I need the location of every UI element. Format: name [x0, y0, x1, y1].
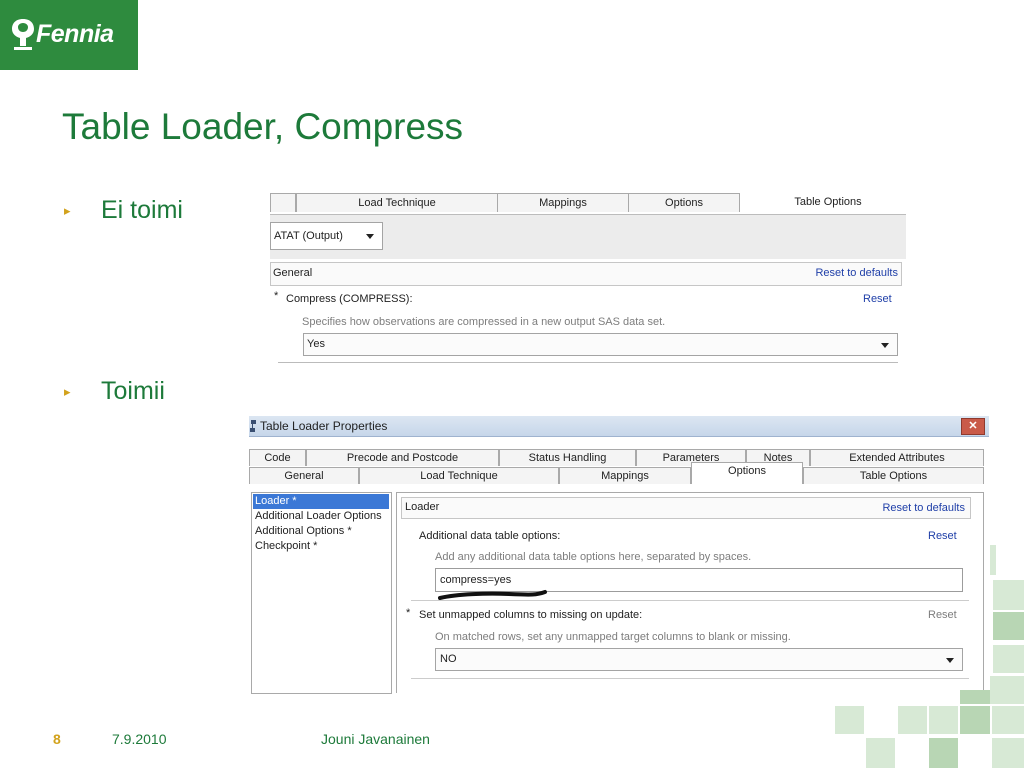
unmapped-columns-hint: On matched rows, set any unmapped target… [435, 631, 791, 643]
decor-square [993, 612, 1024, 640]
page-number: 8 [53, 731, 61, 747]
compress-select[interactable]: Yes [303, 333, 898, 356]
decor-square [993, 580, 1024, 610]
chevron-down-icon [366, 234, 374, 239]
additional-options-value: compress=yes [440, 574, 512, 586]
tree-icon [12, 19, 34, 50]
logo-text: Fennia [36, 20, 114, 48]
reset-to-defaults-link[interactable]: Reset to defaults [882, 502, 965, 514]
decor-square [992, 706, 1024, 734]
decor-square [990, 545, 996, 575]
nav-item-additional-loader-options[interactable]: Additional Loader Options [253, 509, 382, 524]
window-title: Table Loader Properties [260, 419, 388, 433]
tab-table-options[interactable]: Table Options [803, 467, 984, 484]
unmapped-columns-reset-link[interactable]: Reset [928, 609, 957, 621]
decor-square [898, 706, 927, 734]
bullet-marker-1: ▸ [64, 203, 71, 218]
close-button[interactable]: ✕ [961, 418, 985, 435]
tab-options[interactable]: Options [691, 462, 803, 484]
required-mark: * [274, 290, 279, 302]
additional-options-hint: Add any additional data table options he… [435, 551, 752, 563]
window-icon [250, 420, 256, 432]
decor-square [990, 676, 1024, 704]
divider [411, 600, 969, 601]
window-titlebar: Table Loader Properties ✕ [249, 416, 989, 437]
tab-mappings[interactable]: Mappings [559, 467, 691, 484]
chevron-down-icon [881, 342, 889, 348]
table-combo-value: ATAT (Output) [274, 230, 343, 242]
compress-reset-link[interactable]: Reset [863, 293, 892, 305]
section-label: General [273, 267, 313, 279]
tab-code[interactable]: Code [249, 449, 306, 466]
decor-square [835, 706, 864, 734]
decor-square [929, 706, 958, 734]
tab-status-handling[interactable]: Status Handling [499, 449, 636, 466]
additional-options-label: Additional data table options: [419, 530, 561, 542]
tab-partial[interactable] [270, 193, 296, 212]
decor-square [929, 738, 958, 768]
section-header-general: General Reset to defaults [270, 262, 902, 286]
nav-item-checkpoint[interactable]: Checkpoint * [253, 539, 317, 554]
tab-mappings[interactable]: Mappings [497, 193, 629, 212]
unmapped-columns-select[interactable]: NO [435, 648, 963, 671]
loader-options-panel: Loader Reset to defaults Additional data… [396, 492, 984, 693]
footer-date: 7.9.2010 [112, 731, 167, 747]
table-combo[interactable]: ATAT (Output) [270, 222, 383, 250]
options-nav-list: Loader * Additional Loader Options Addit… [251, 492, 392, 694]
section-header-loader: Loader Reset to defaults [401, 497, 971, 519]
tab-extended-attributes[interactable]: Extended Attributes [810, 449, 984, 466]
footer-author: Jouni Javanainen [321, 731, 430, 747]
bullet-toimii: Toimii [101, 377, 165, 405]
compress-hint: Specifies how observations are compresse… [302, 316, 666, 328]
section-label: Loader [405, 501, 440, 513]
tab-load-technique[interactable]: Load Technique [359, 467, 559, 484]
reset-to-defaults-link[interactable]: Reset to defaults [815, 267, 898, 279]
slide-title: Table Loader, Compress [62, 106, 464, 147]
tab-options[interactable]: Options [628, 193, 740, 212]
screenshot-table-loader-properties: Table Loader Properties ✕ Code Precode a… [249, 416, 989, 694]
chevron-down-icon [946, 657, 954, 663]
compress-field-label: Compress (COMPRESS): [286, 293, 413, 305]
bullet-marker-2: ▸ [64, 384, 71, 399]
unmapped-columns-value: NO [440, 653, 457, 665]
required-mark: * [406, 607, 411, 619]
nav-item-loader[interactable]: Loader * [253, 494, 389, 509]
additional-options-reset-link[interactable]: Reset [928, 530, 957, 542]
tab-row: Load Technique Mappings Options Table Op… [270, 190, 916, 214]
bullet-ei-toimi: Ei toimi [101, 196, 183, 224]
screenshot-table-options: Load Technique Mappings Options Table Op… [270, 190, 916, 365]
tab-general[interactable]: General [249, 467, 359, 484]
divider [411, 678, 969, 679]
decor-square [993, 645, 1024, 673]
decor-square [992, 738, 1024, 768]
tab-precode-postcode[interactable]: Precode and Postcode [306, 449, 499, 466]
compress-select-value: Yes [307, 338, 325, 350]
divider [278, 362, 898, 363]
nav-item-additional-options[interactable]: Additional Options * [253, 524, 352, 539]
table-selector-area: ATAT (Output) [270, 214, 906, 259]
unmapped-columns-label: Set unmapped columns to missing on updat… [419, 609, 643, 621]
tab-table-options[interactable]: Table Options [740, 192, 916, 212]
decor-square [866, 738, 895, 768]
decor-square [960, 706, 990, 734]
tab-load-technique[interactable]: Load Technique [296, 193, 498, 212]
decor-square [960, 690, 990, 704]
fennia-logo: Fennia [0, 0, 138, 70]
